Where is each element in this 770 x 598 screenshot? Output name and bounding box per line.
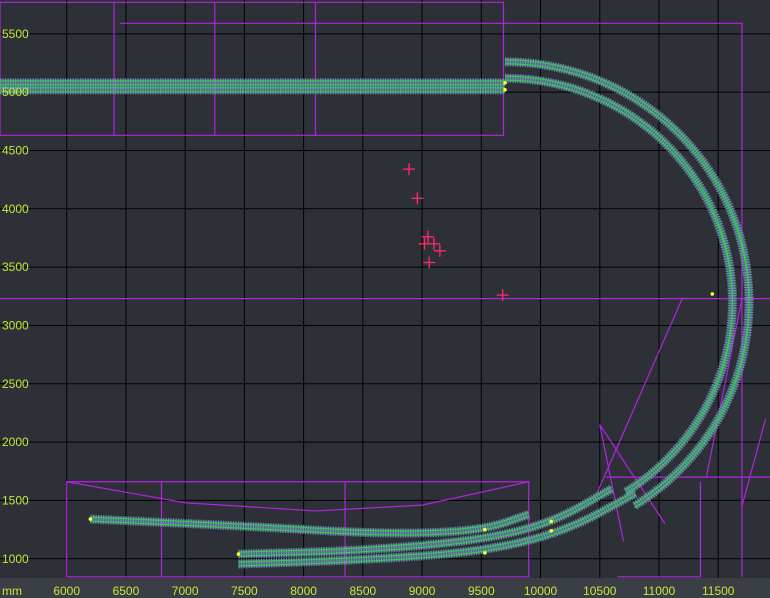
y-tick-label: 5500 xyxy=(2,27,29,41)
y-tick-label: 2500 xyxy=(2,377,29,391)
x-tick-label: 6500 xyxy=(113,584,140,598)
track-endpoint-dot[interactable] xyxy=(236,552,241,556)
track-endpoint-dot[interactable] xyxy=(483,551,487,555)
y-tick-label: 4500 xyxy=(2,143,29,157)
y-tick-label: 3500 xyxy=(2,260,29,274)
x-tick-label: 7000 xyxy=(172,584,199,598)
x-tick-label: 10500 xyxy=(583,584,617,598)
y-tick-label: 3000 xyxy=(2,318,29,332)
track-endpoint-dot[interactable] xyxy=(503,88,507,92)
y-tick-label: 4000 xyxy=(2,202,29,216)
track-straight-top-1[interactable] xyxy=(0,78,506,88)
track-endpoint-dot[interactable] xyxy=(503,81,507,85)
y-tick-label: 2000 xyxy=(2,435,29,449)
layout-plan-canvas[interactable]: 6000 6500 7000 7500 8000 8500 9000 9500 10000 105… xyxy=(0,0,770,598)
track-plan-drawing[interactable]: 6000 6500 7000 7500 8000 8500 9000 9500 10000 105… xyxy=(0,0,770,598)
x-tick-label: 11000 xyxy=(643,584,676,598)
x-axis-unit-label: mm xyxy=(2,584,22,598)
x-tick-label: 9500 xyxy=(468,584,495,598)
y-tick-label: 1000 xyxy=(2,552,29,566)
track-endpoint-dot[interactable] xyxy=(483,527,487,532)
track-endpoint-dot[interactable] xyxy=(549,519,554,524)
x-tick-label: 7500 xyxy=(231,584,258,598)
x-tick-label: 11500 xyxy=(702,584,735,598)
track-endpoint-dot[interactable] xyxy=(710,292,715,296)
y-tick-label: 1500 xyxy=(2,493,29,507)
x-tick-label: 8500 xyxy=(349,584,376,598)
x-tick-label: 8000 xyxy=(290,584,317,598)
y-tick-label: 5000 xyxy=(2,85,29,99)
x-tick-label: 6000 xyxy=(53,584,80,598)
track-straight-top-2[interactable] xyxy=(0,85,506,95)
track-endpoint-dot[interactable] xyxy=(88,517,93,521)
x-tick-label: 10000 xyxy=(524,584,558,598)
x-tick-label: 9000 xyxy=(409,584,436,598)
track-endpoint-dot[interactable] xyxy=(549,528,554,533)
